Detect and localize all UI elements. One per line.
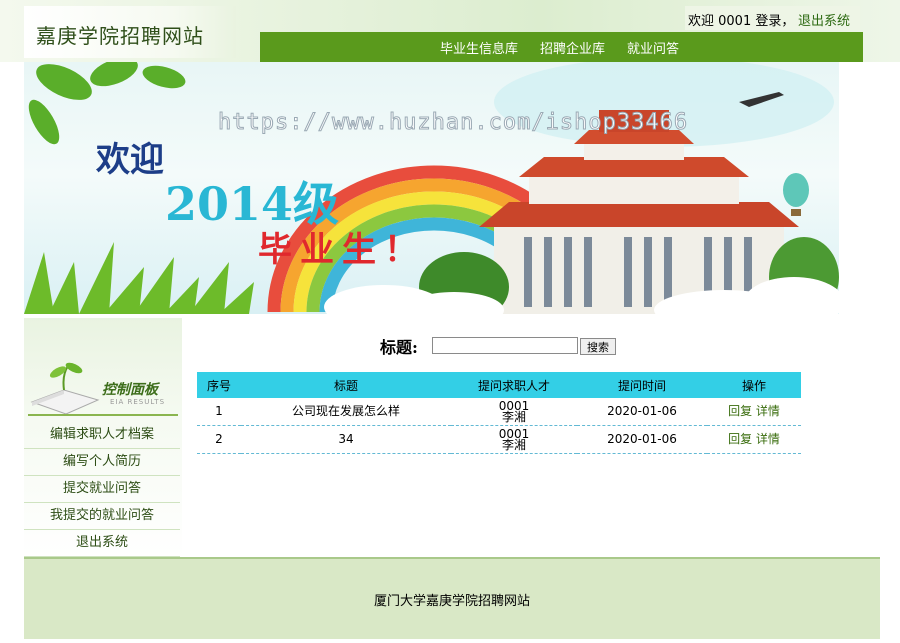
column-header-no: 序号	[197, 372, 241, 398]
cell-title: 公司现在发展怎么样	[241, 398, 451, 426]
cell-time: 2020-01-06	[577, 425, 707, 454]
cell-asker: 0001 李湘	[451, 398, 577, 426]
table-row: 2 34 0001 李湘 2020-01-06 回复 详情	[197, 425, 801, 454]
sidebar-item-edit-profile[interactable]: 编辑求职人才档案	[24, 422, 180, 449]
column-header-actions: 操作	[707, 372, 801, 398]
panel-subtitle: EIA RESULTS	[110, 398, 166, 406]
footer-text: 厦门大学嘉庚学院招聘网站	[373, 594, 530, 609]
column-header-title: 标题	[241, 372, 451, 398]
sidebar-item-logout[interactable]: 退出系统	[24, 530, 180, 557]
cell-actions: 回复 详情	[707, 398, 801, 426]
site-title: 嘉庚学院招聘网站	[36, 24, 204, 48]
cell-actions: 回复 详情	[707, 425, 801, 454]
banner-illustration	[24, 62, 839, 314]
cell-no: 2	[197, 425, 241, 454]
sidebar-item-my-questions[interactable]: 我提交的就业问答	[24, 503, 180, 530]
table-header-row: 序号 标题 提问求职人才 提问时间 操作	[197, 372, 801, 398]
questions-table: 序号 标题 提问求职人才 提问时间 操作 1 公司现在发展怎么样 0001 李湘 …	[197, 372, 801, 454]
cell-time: 2020-01-06	[577, 398, 707, 426]
reply-link[interactable]: 回复	[728, 404, 752, 418]
search-input[interactable]	[432, 337, 578, 354]
detail-link[interactable]: 详情	[756, 432, 780, 446]
footer: 厦门大学嘉庚学院招聘网站	[24, 557, 880, 639]
panel-divider	[28, 414, 178, 416]
column-header-time: 提问时间	[577, 372, 707, 398]
panel-title: 控制面板	[102, 382, 158, 398]
cell-no: 1	[197, 398, 241, 426]
nav-graduates[interactable]: 毕业生信息库	[440, 38, 518, 57]
banner-welcome: 欢迎	[96, 140, 164, 180]
search-button[interactable]: 搜索	[580, 338, 616, 355]
book-icon	[30, 362, 100, 414]
asker-name: 李湘	[501, 409, 526, 424]
nav-companies[interactable]: 招聘企业库	[540, 38, 605, 57]
cell-title: 34	[241, 425, 451, 454]
banner-image	[24, 62, 839, 314]
nav-qa[interactable]: 就业问答	[627, 38, 679, 57]
welcome-text: 欢迎 0001 登录，	[688, 14, 795, 29]
detail-link[interactable]: 详情	[756, 404, 780, 418]
search-label: 标题:	[380, 338, 418, 357]
table-row: 1 公司现在发展怎么样 0001 李湘 2020-01-06 回复 详情	[197, 398, 801, 426]
cell-asker: 0001 李湘	[451, 425, 577, 454]
watermark-text: https://www.huzhan.com/ishop33466	[217, 110, 689, 136]
sidebar-item-submit-question[interactable]: 提交就业问答	[24, 476, 180, 503]
column-header-asker: 提问求职人才	[451, 372, 577, 398]
reply-link[interactable]: 回复	[728, 432, 752, 446]
asker-name: 李湘	[501, 437, 526, 452]
banner-graduates: 毕业生！	[258, 230, 426, 270]
logout-link[interactable]: 退出系统	[798, 10, 850, 29]
sidebar-item-write-resume[interactable]: 编写个人简历	[24, 449, 180, 476]
